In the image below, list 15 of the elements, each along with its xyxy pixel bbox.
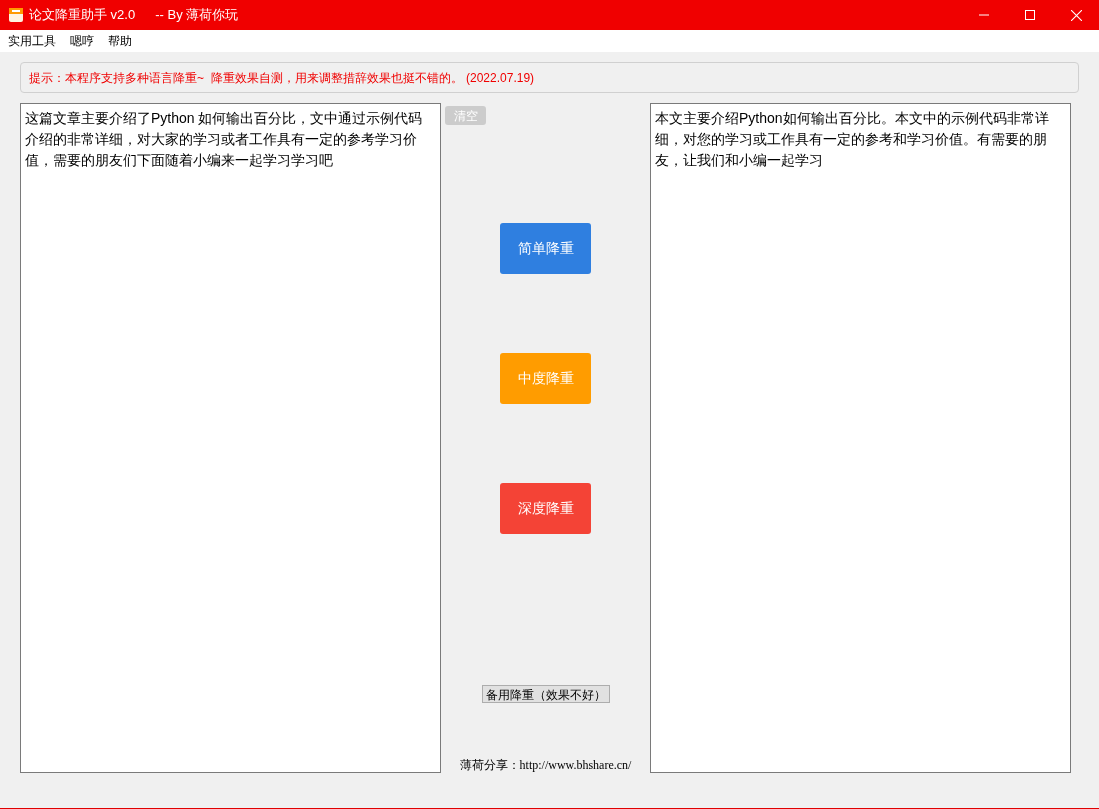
window-title: 论文降重助手 v2.0 (29, 6, 136, 25)
output-text-area[interactable]: 本文主要介绍Python如何输出百分比。本文中的示例代码非常详细，对您的学习或工作具有一定的参考和学习价值。有需要的朋友，让我们和小编一起学习 (650, 103, 1071, 773)
backup-button[interactable]: 备用降重（效果不好） (481, 685, 610, 703)
input-text-area[interactable]: 这篇文章主要介绍了Python 如何输出百分比，文中通过示例代码介绍的非常详细，对大家的学习或者工作具有一定的参考学习价值，需要的朋友们下面随着小编来一起学习学习吧 (20, 103, 441, 773)
menu-item[interactable]: 实用工具 (1, 30, 63, 52)
reduce-button[interactable]: 深度降重 (500, 483, 591, 534)
notice-banner: 提示：本程序支持多种语言降重~ 降重效果自测，用来调整措辞效果也挺不错的。 (2022.07.19) (20, 62, 1079, 93)
footer-link[interactable]: 薄荷分享：http://www.bhshare.cn/ (459, 756, 632, 774)
reduce-button[interactable]: 简单降重 (500, 223, 591, 274)
app-icon (8, 7, 24, 23)
menu-item[interactable]: 帮助 (101, 30, 139, 52)
window-subtitle: -- By 薄荷你玩 (155, 6, 239, 25)
menu-item[interactable]: 嗯哼 (63, 30, 101, 52)
close-icon[interactable] (1070, 9, 1082, 21)
maximize-icon[interactable] (1025, 10, 1035, 20)
